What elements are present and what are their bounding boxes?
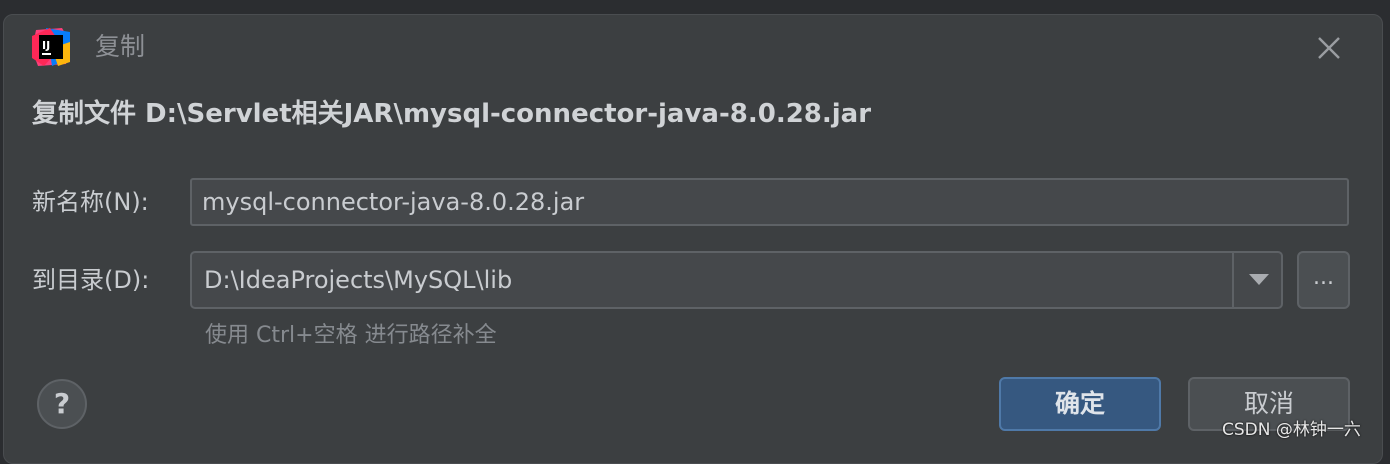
dialog-title: 复制 bbox=[95, 32, 146, 61]
copy-dialog: IJ 复制 复制文件 D:\Servlet相关JAR\mysql-connect… bbox=[3, 14, 1383, 464]
close-icon[interactable] bbox=[1313, 32, 1345, 64]
target-dir-label: 到目录(D): bbox=[32, 266, 150, 294]
browse-button[interactable]: ... bbox=[1297, 251, 1350, 309]
dialog-heading: 复制文件 D:\Servlet相关JAR\mysql-connector-jav… bbox=[32, 99, 872, 129]
watermark: CSDN @林钟一六 bbox=[1222, 420, 1361, 440]
svg-text:IJ: IJ bbox=[42, 39, 50, 52]
help-button[interactable]: ? bbox=[37, 379, 87, 429]
path-completion-hint: 使用 Ctrl+空格 进行路径补全 bbox=[205, 323, 497, 348]
target-dir-combobox[interactable] bbox=[190, 251, 1283, 309]
new-name-input[interactable] bbox=[190, 178, 1349, 226]
chevron-down-icon[interactable] bbox=[1234, 253, 1283, 307]
ok-button[interactable]: 确定 bbox=[999, 377, 1161, 431]
new-name-label: 新名称(N): bbox=[32, 188, 149, 216]
intellij-idea-icon: IJ bbox=[32, 28, 70, 66]
target-dir-input[interactable] bbox=[192, 253, 1232, 307]
